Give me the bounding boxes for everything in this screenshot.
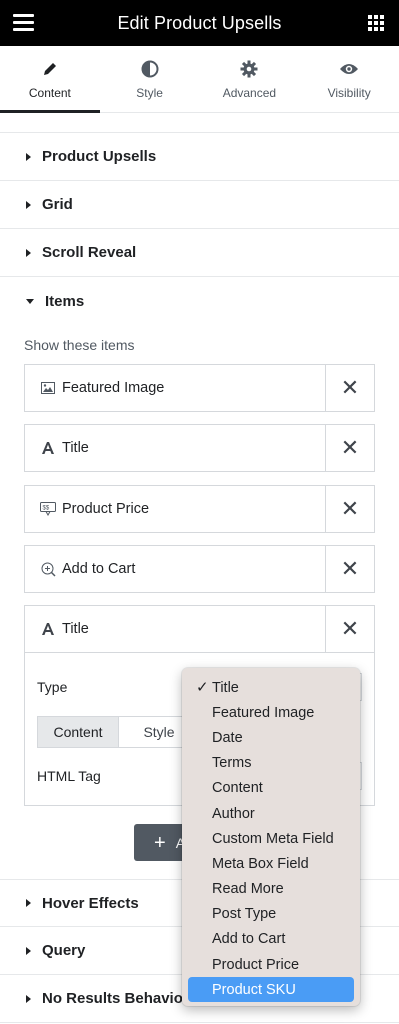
item-label: Product Price bbox=[62, 501, 150, 517]
tab-content[interactable]: Content bbox=[0, 46, 100, 113]
dropdown-option[interactable]: Post Type bbox=[182, 902, 360, 927]
section-title: Grid bbox=[42, 196, 73, 213]
panel-title: Edit Product Upsells bbox=[117, 12, 282, 33]
item-row-title[interactable]: Title ✕ bbox=[24, 424, 375, 472]
dropdown-option[interactable]: Featured Image bbox=[182, 700, 360, 725]
tab-visibility[interactable]: Visibility bbox=[299, 46, 399, 112]
item-label: Add to Cart bbox=[62, 561, 136, 577]
dropdown-option[interactable]: Product Price bbox=[182, 952, 360, 977]
remove-item-button[interactable]: ✕ bbox=[325, 425, 374, 471]
tab-advanced[interactable]: Advanced bbox=[200, 46, 300, 112]
dropdown-option[interactable]: Meta Box Field bbox=[182, 851, 360, 876]
tabs-spacer bbox=[0, 113, 399, 133]
item-label: Featured Image bbox=[62, 380, 165, 396]
price-tag-icon: $$ bbox=[37, 502, 59, 516]
section-title: Product Upsells bbox=[42, 148, 157, 165]
plus-icon: + bbox=[154, 831, 166, 854]
dropdown-option[interactable]: Terms bbox=[182, 751, 360, 776]
tab-style[interactable]: Style bbox=[100, 46, 200, 112]
segment-content[interactable]: Content bbox=[38, 717, 118, 747]
dropdown-option[interactable]: ✓ Title bbox=[182, 675, 360, 700]
item-row-add-to-cart[interactable]: Add to Cart ✕ bbox=[24, 545, 375, 593]
checkmark-icon: ✓ bbox=[196, 679, 209, 696]
hamburger-icon[interactable] bbox=[13, 14, 34, 31]
section-grid[interactable]: Grid bbox=[0, 181, 399, 229]
svg-text:$$: $$ bbox=[43, 506, 50, 512]
section-items[interactable]: Items bbox=[0, 277, 399, 325]
item-label: Title bbox=[62, 440, 89, 456]
section-title: Items bbox=[45, 292, 85, 310]
image-icon bbox=[37, 382, 59, 394]
dropdown-option[interactable]: Author bbox=[182, 801, 360, 826]
pencil-icon bbox=[42, 58, 58, 80]
dropdown-option[interactable]: Add to Cart bbox=[182, 927, 360, 952]
section-title: No Results Behaviour bbox=[42, 990, 198, 1007]
show-items-label: Show these items bbox=[24, 337, 135, 353]
text-a-icon bbox=[37, 622, 59, 636]
tab-label: Visibility bbox=[327, 86, 371, 100]
item-row-product-price[interactable]: $$ Product Price ✕ bbox=[24, 485, 375, 533]
remove-item-button[interactable]: ✕ bbox=[325, 365, 374, 411]
item-row-featured-image[interactable]: Featured Image ✕ bbox=[24, 364, 375, 412]
remove-item-button[interactable]: ✕ bbox=[325, 606, 374, 652]
type-label: Type bbox=[37, 679, 68, 695]
dropdown-option[interactable]: Custom Meta Field bbox=[182, 826, 360, 851]
cart-add-icon bbox=[37, 562, 59, 577]
content-style-switch: Content Style bbox=[37, 716, 200, 748]
item-label: Title bbox=[62, 621, 89, 637]
caret-down-icon bbox=[26, 298, 34, 304]
eye-icon bbox=[339, 58, 359, 80]
dropdown-option-highlighted[interactable]: Product SKU bbox=[188, 977, 354, 1003]
editor-tabs: Content Style Advanced Visibility bbox=[0, 46, 399, 113]
item-row-title-expanded[interactable]: Title ✕ bbox=[24, 605, 375, 653]
section-product-upsells[interactable]: Product Upsells bbox=[0, 133, 399, 181]
remove-item-button[interactable]: ✕ bbox=[325, 486, 374, 532]
tab-label: Content bbox=[28, 86, 71, 100]
type-dropdown-menu: ✓ Title Featured Image Date Terms Content… bbox=[182, 668, 360, 1006]
caret-right-icon bbox=[26, 899, 31, 907]
tab-label: Advanced bbox=[222, 86, 277, 100]
caret-right-icon bbox=[26, 994, 31, 1003]
gear-icon bbox=[240, 58, 258, 80]
half-circle-icon bbox=[141, 58, 159, 80]
section-scroll-reveal[interactable]: Scroll Reveal bbox=[0, 229, 399, 277]
html-tag-label: HTML Tag bbox=[37, 768, 101, 784]
tab-label: Style bbox=[136, 86, 163, 100]
caret-right-icon bbox=[26, 200, 31, 209]
grid-icon[interactable] bbox=[368, 15, 384, 31]
dropdown-option[interactable]: Date bbox=[182, 725, 360, 750]
top-bar: Edit Product Upsells bbox=[0, 0, 399, 46]
text-a-icon bbox=[37, 441, 59, 455]
caret-right-icon bbox=[26, 152, 31, 161]
caret-right-icon bbox=[26, 946, 31, 955]
caret-right-icon bbox=[26, 248, 31, 257]
section-title: Scroll Reveal bbox=[42, 244, 137, 261]
section-title: Hover Effects bbox=[42, 894, 139, 912]
dropdown-option[interactable]: Content bbox=[182, 776, 360, 801]
dropdown-option[interactable]: Read More bbox=[182, 877, 360, 902]
section-title: Query bbox=[42, 942, 86, 959]
remove-item-button[interactable]: ✕ bbox=[325, 546, 374, 592]
